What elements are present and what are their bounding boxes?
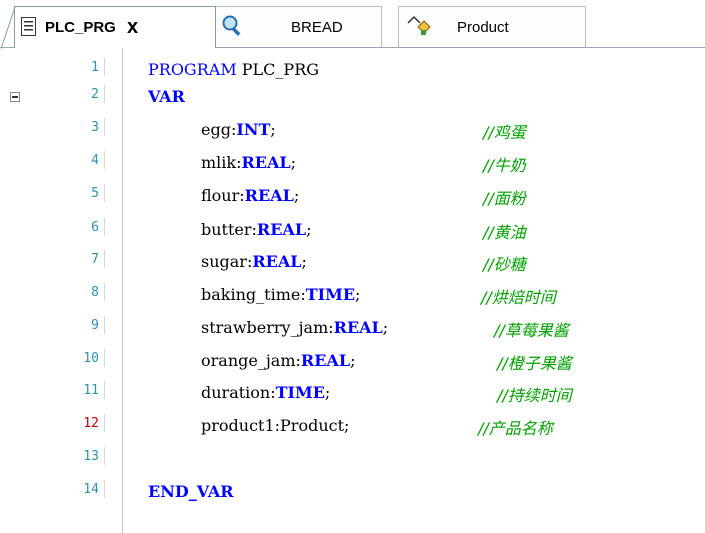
code-line-10[interactable]: orange_jam:REAL; [201, 351, 355, 370]
close-icon[interactable]: x [127, 16, 138, 39]
code-line-1[interactable]: PROGRAM PLC_PRG [148, 60, 319, 79]
variable-name: sugar: [201, 252, 253, 271]
line-number: 5 [91, 186, 99, 201]
data-type: REAL [252, 252, 302, 271]
code-comment: //黄油 [483, 223, 526, 242]
code-line-5[interactable]: flour:REAL; [201, 186, 299, 205]
variable-name: flour: [201, 186, 245, 205]
line-number: 8 [91, 285, 99, 300]
editor-tab-bar: PLC_PRG x BREAD Product [0, 0, 705, 49]
data-type: REAL [333, 318, 383, 337]
line-number: 13 [83, 449, 99, 464]
code-comment: //草莓果酱 [494, 321, 569, 340]
line-marker [104, 58, 105, 76]
variable-name: baking_time: [201, 285, 306, 304]
tab-product[interactable]: Product [398, 6, 586, 47]
semicolon: ; [293, 186, 300, 205]
code-line-11[interactable]: duration:TIME; [201, 383, 330, 402]
code-line-12[interactable]: product1:Product; [201, 416, 349, 435]
code-line-3[interactable]: egg:INT; [201, 120, 276, 139]
gutter-separator [122, 48, 123, 533]
magnifier-icon [221, 14, 245, 38]
tab-label: Product [457, 19, 509, 36]
tab-bread[interactable]: BREAD [212, 6, 382, 47]
semicolon: ; [350, 351, 356, 370]
code-comment: //持续时间 [497, 386, 572, 405]
line-number: 10 [83, 351, 99, 366]
code-line-14[interactable]: END_VAR [148, 482, 234, 501]
keyword: END_VAR [148, 482, 234, 501]
data-type: TIME [275, 383, 325, 402]
semicolon: ; [382, 318, 389, 337]
data-type: REAL [300, 351, 351, 370]
data-type: REAL [244, 186, 294, 205]
variable-name: product1:Product; [201, 416, 350, 435]
document-icon [21, 17, 36, 36]
line-number: 11 [83, 383, 99, 398]
code-comment: //产品名称 [478, 419, 553, 438]
semicolon: ; [290, 153, 297, 172]
code-line-2[interactable]: VAR [148, 87, 185, 106]
semicolon: ; [270, 120, 276, 139]
line-marker [104, 316, 105, 334]
line-number: 2 [91, 87, 99, 102]
code-comment: //烘焙时间 [481, 288, 556, 307]
line-marker [104, 349, 105, 367]
line-marker [104, 184, 105, 202]
line-number: 14 [83, 482, 99, 497]
struct-icon [405, 13, 431, 37]
data-type: REAL [256, 220, 307, 239]
line-number: 6 [91, 220, 99, 235]
line-marker [104, 414, 105, 432]
variable-name: strawberry_jam: [201, 318, 334, 337]
collapse-icon[interactable] [10, 92, 20, 102]
line-marker [104, 480, 105, 498]
line-marker [104, 381, 105, 399]
code-line-4[interactable]: mlik:REAL; [201, 153, 296, 172]
tab-label: PLC_PRG [45, 19, 116, 36]
code-comment: //牛奶 [483, 156, 526, 175]
tab-label: BREAD [291, 19, 343, 36]
code-comment: //砂糖 [483, 255, 526, 274]
line-marker [104, 283, 105, 301]
line-marker [104, 118, 105, 136]
code-comment: //鸡蛋 [483, 123, 526, 142]
line-number: 3 [91, 120, 99, 135]
variable-name: duration: [201, 383, 276, 402]
line-number: 1 [91, 60, 99, 75]
line-marker [104, 85, 105, 103]
semicolon: ; [301, 252, 307, 271]
semicolon: ; [355, 285, 361, 304]
keyword: VAR [148, 87, 185, 106]
program-name: PLC_PRG [236, 60, 320, 79]
semicolon: ; [324, 383, 331, 402]
data-type: REAL [241, 153, 291, 172]
line-number: 12 [83, 416, 99, 431]
line-marker [104, 151, 105, 169]
keyword: PROGRAM [148, 60, 237, 79]
data-type: TIME [305, 285, 356, 304]
data-type: INT [236, 120, 271, 139]
variable-name: butter: [201, 220, 257, 239]
code-comment: //面粉 [483, 189, 526, 208]
line-number: 7 [91, 252, 99, 267]
line-number: 9 [91, 318, 99, 333]
tab-plc-prg[interactable]: PLC_PRG x [1, 6, 216, 49]
line-number: 4 [91, 153, 99, 168]
code-line-6[interactable]: butter:REAL; [201, 220, 311, 239]
variable-name: orange_jam: [201, 351, 301, 370]
code-comment: //橙子果酱 [497, 354, 572, 373]
line-marker [104, 218, 105, 236]
line-marker [104, 250, 105, 268]
code-line-9[interactable]: strawberry_jam:REAL; [201, 318, 388, 337]
semicolon: ; [306, 220, 312, 239]
line-marker [104, 447, 105, 465]
code-line-7[interactable]: sugar:REAL; [201, 252, 307, 271]
variable-name: egg: [201, 120, 237, 139]
variable-name: mlik: [201, 153, 242, 172]
code-line-8[interactable]: baking_time:TIME; [201, 285, 360, 304]
